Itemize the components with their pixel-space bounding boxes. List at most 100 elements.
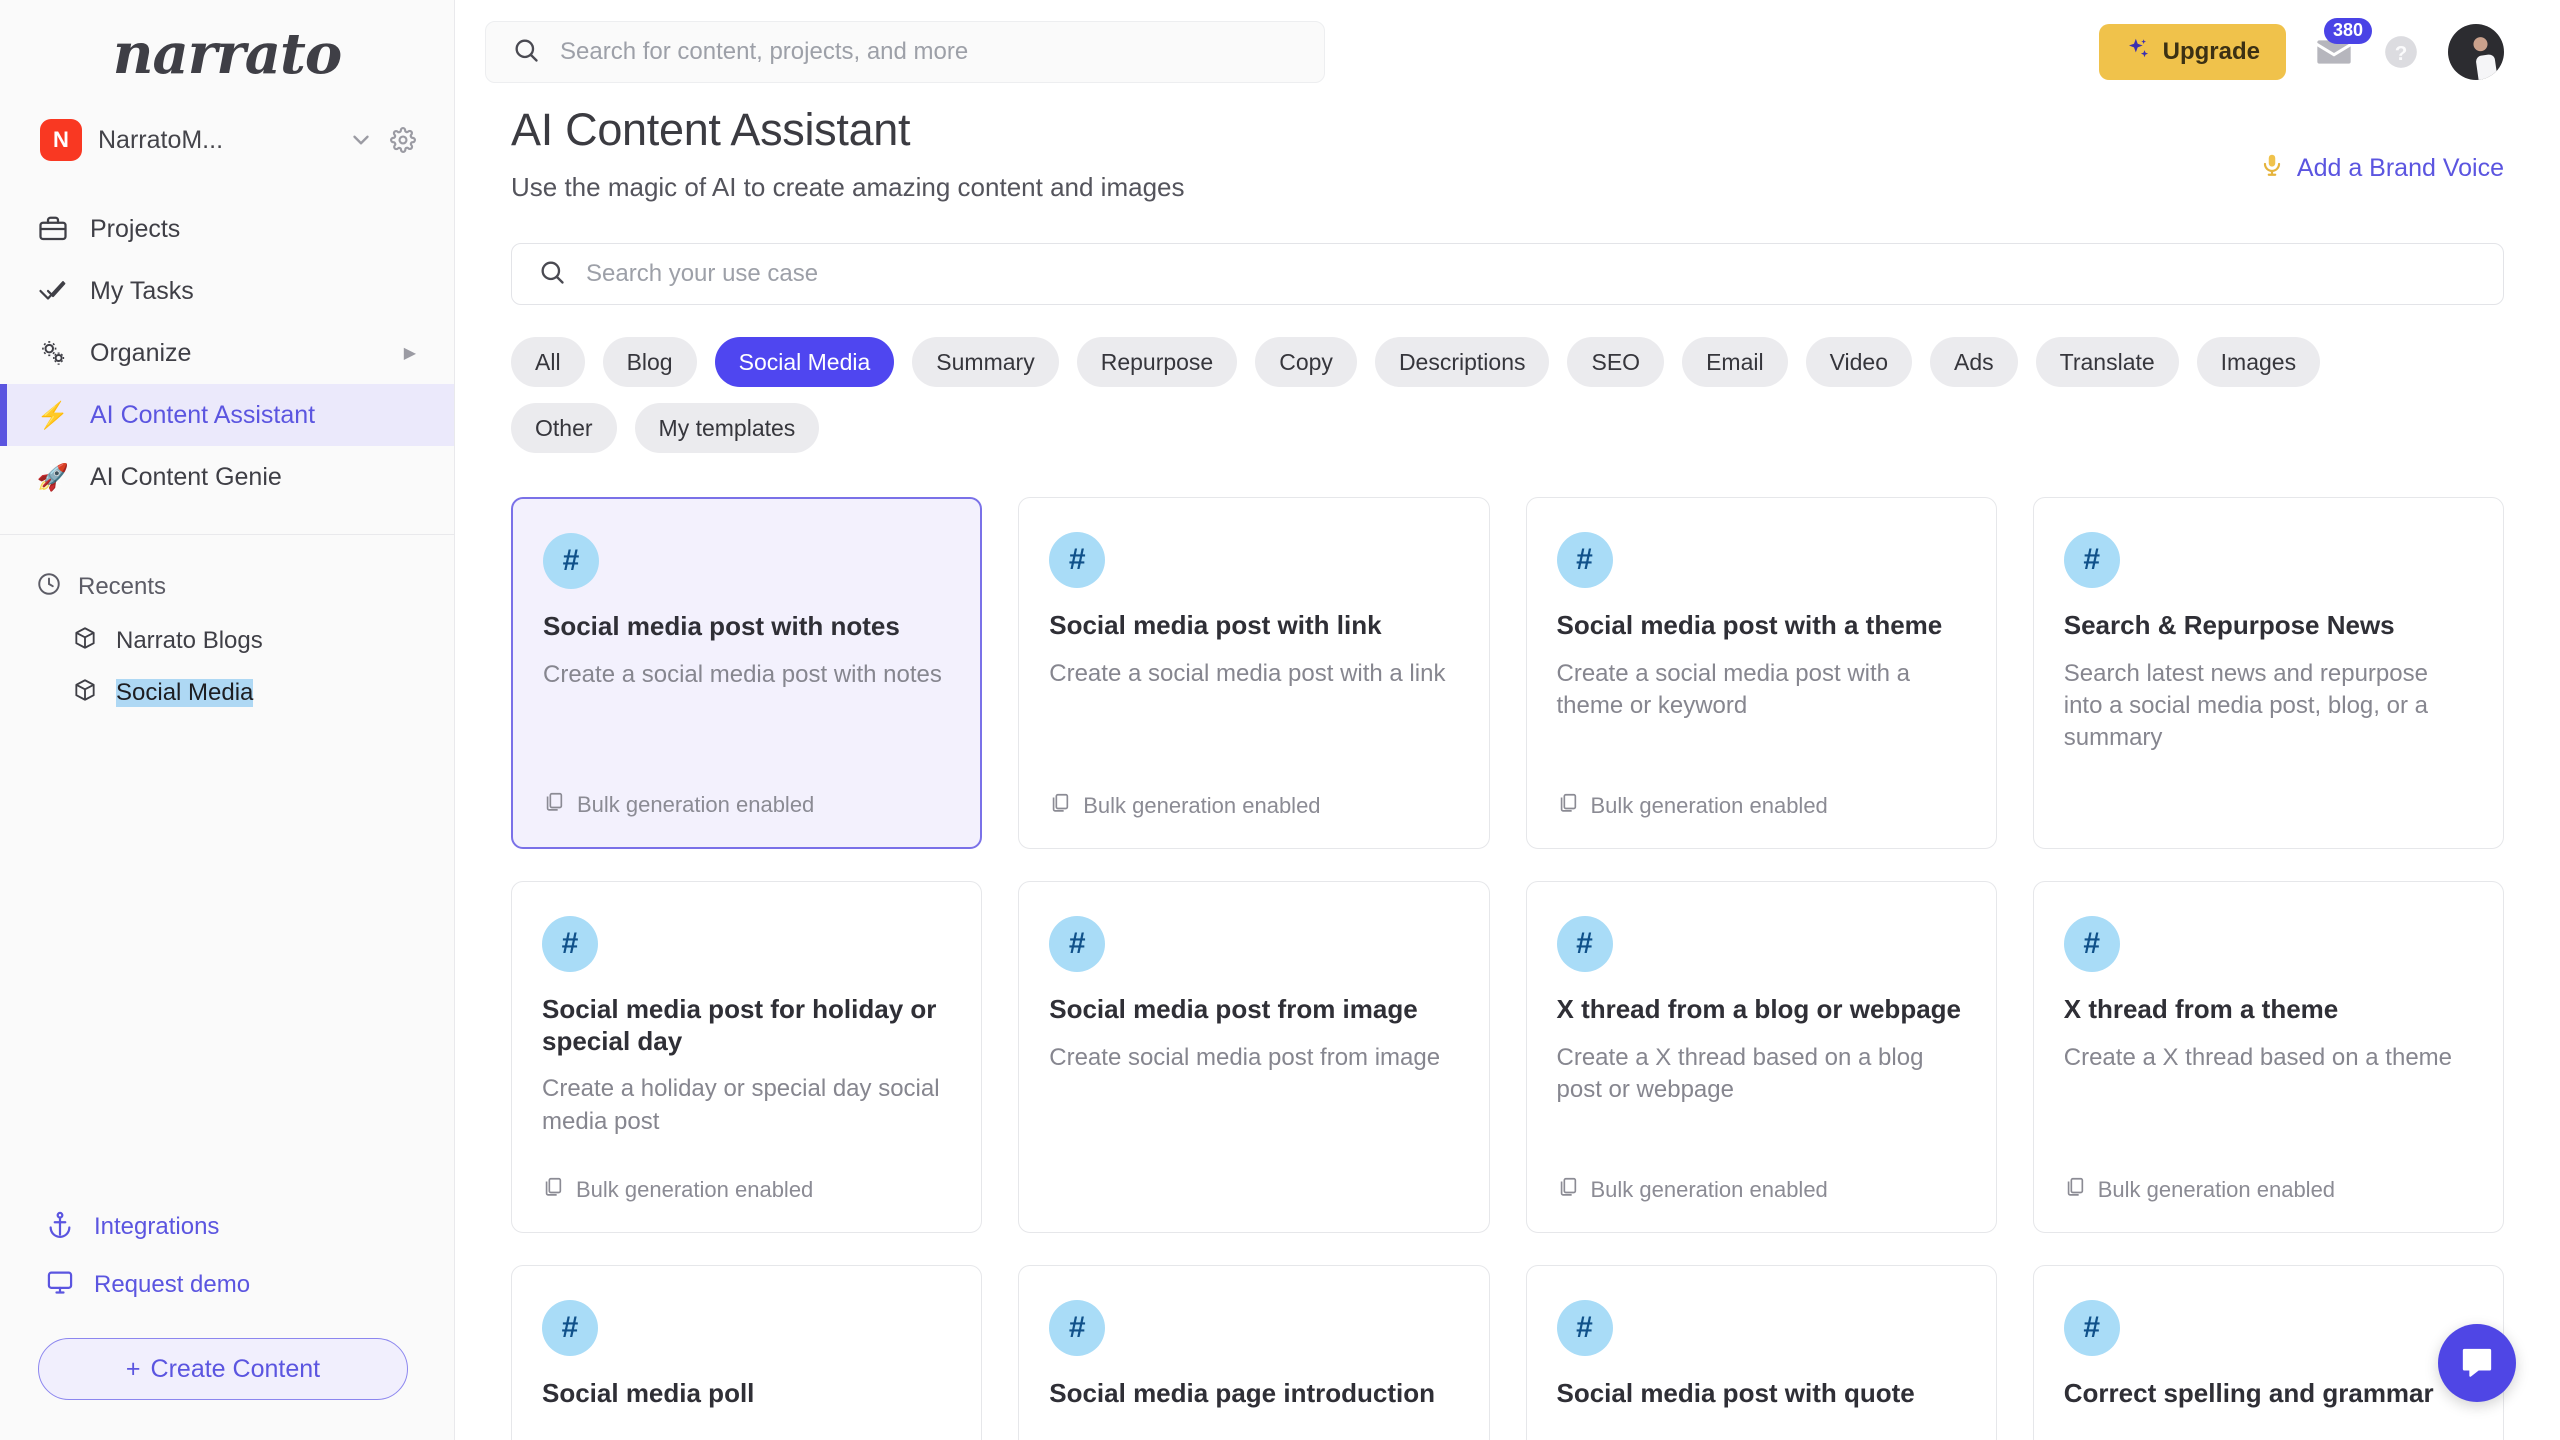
card-title: Social media post for holiday or special…	[542, 994, 937, 1056]
create-content-button[interactable]: + Create Content	[38, 1338, 408, 1400]
filter-chip-my-templates[interactable]: My templates	[634, 403, 820, 453]
filter-chips: All Blog Social Media Summary Repurpose …	[511, 337, 2411, 453]
hash-icon: #	[543, 533, 599, 589]
filter-chip-video[interactable]: Video	[1805, 337, 1912, 387]
workspace-avatar: N	[40, 119, 82, 161]
chevron-right-icon[interactable]: ▶	[404, 343, 416, 363]
sidebar-footer: Integrations Request demo + Create Conte…	[0, 1198, 454, 1440]
page-title: AI Content Assistant	[511, 104, 911, 155]
template-card[interactable]: # Social media post with a theme Create …	[1525, 497, 1997, 849]
filter-chip-all[interactable]: All	[511, 337, 585, 387]
sidebar: narrato N NarratoM... Projects My Tasks …	[0, 0, 455, 1440]
svg-text:?: ?	[2395, 42, 2408, 65]
briefcase-icon	[36, 214, 70, 244]
filter-chip-repurpose[interactable]: Repurpose	[1076, 337, 1238, 387]
template-card[interactable]: # Social media post with link Create a s…	[1018, 497, 1490, 849]
filter-chip-seo[interactable]: SEO	[1567, 337, 1665, 387]
bulk-generation-text: Bulk generation enabled	[577, 792, 815, 817]
mail-icon[interactable]: 380	[2314, 18, 2372, 72]
help-circle-icon[interactable]: ?	[2382, 33, 2420, 71]
filter-chip-copy[interactable]: Copy	[1255, 337, 1357, 387]
template-card-grid: # Social media post with notes Create a …	[511, 497, 2504, 1440]
template-card[interactable]: # Correct spelling and grammar	[2032, 1265, 2504, 1440]
template-card[interactable]: # Social media poll	[511, 1265, 983, 1440]
template-card[interactable]: # X thread from a blog or webpage Create…	[1525, 881, 1997, 1233]
app-root: narrato N NarratoM... Projects My Tasks …	[0, 0, 2560, 1440]
integrations-link[interactable]: Integrations	[0, 1198, 454, 1256]
bulk-generation-text: Bulk generation enabled	[1590, 1177, 1828, 1202]
card-description: Create a social media post with a link	[1049, 659, 1446, 687]
card-description: Create a social media post with notes	[543, 660, 942, 688]
sidebar-item-ai-content-genie[interactable]: 🚀 AI Content Genie	[0, 446, 454, 508]
request-demo-link[interactable]: Request demo	[0, 1256, 454, 1314]
workspace-switcher[interactable]: N NarratoM...	[0, 108, 454, 172]
filter-chip-social-media[interactable]: Social Media	[714, 337, 895, 387]
bulk-generation-label: Bulk generation enabled	[1049, 792, 1458, 820]
card-title: Social media post from image	[1049, 994, 1418, 1024]
search-icon	[512, 36, 540, 69]
hash-icon: #	[1049, 916, 1106, 972]
card-title: X thread from a theme	[2063, 994, 2339, 1024]
copy-icon	[542, 1176, 564, 1204]
clock-icon	[36, 571, 62, 604]
sidebar-item-ai-content-assistant[interactable]: ⚡ AI Content Assistant	[0, 384, 454, 446]
sidebar-item-organize[interactable]: Organize ▶	[0, 322, 454, 384]
filter-chip-blog[interactable]: Blog	[602, 337, 697, 387]
bulk-generation-label: Bulk generation enabled	[1557, 792, 1966, 820]
card-title: X thread from a blog or webpage	[1556, 994, 1962, 1024]
microphone-icon	[2259, 152, 2285, 185]
hash-icon: #	[542, 916, 598, 972]
template-card[interactable]: # Social media post for holiday or speci…	[511, 881, 983, 1233]
card-title: Social media post with quote	[1556, 1378, 1915, 1408]
sidebar-item-label: AI Content Assistant	[90, 400, 316, 429]
template-card[interactable]: # Social media post with quote	[1525, 1265, 1997, 1440]
recent-item-narrato-blogs[interactable]: Narrato Blogs	[0, 615, 454, 667]
card-title: Social media page introduction	[1049, 1378, 1435, 1408]
template-card[interactable]: # Social media page introduction	[1018, 1265, 1490, 1440]
workspace-name: NarratoM...	[98, 125, 224, 154]
card-title: Social media post with link	[1049, 610, 1382, 640]
lightning-bolt-icon: ⚡	[36, 400, 70, 430]
recents-section: Recents Narrato Blogs Social Media	[0, 535, 454, 719]
template-card[interactable]: # Social media post with notes Create a …	[511, 497, 983, 849]
brand-logo-text: narrato	[112, 21, 343, 87]
template-card[interactable]: # Search & Repurpose News Search latest …	[2032, 497, 2504, 849]
bulk-generation-text: Bulk generation enabled	[1083, 793, 1321, 818]
upgrade-button[interactable]: Upgrade	[2098, 24, 2286, 80]
template-card[interactable]: # Social media post from image Create so…	[1018, 881, 1490, 1233]
card-description: Create a X thread based on a theme	[2063, 1043, 2453, 1071]
recent-item-social-media[interactable]: Social Media	[0, 667, 454, 719]
bulk-generation-label: Bulk generation enabled	[542, 1176, 951, 1204]
avatar[interactable]	[2448, 24, 2504, 80]
global-search-input[interactable]: Search for content, projects, and more	[485, 21, 1325, 83]
chat-bubble-icon[interactable]	[2438, 1324, 2516, 1402]
rocket-icon: 🚀	[36, 462, 70, 492]
card-description: Create a social media post with a theme …	[1556, 659, 1911, 719]
sidebar-item-projects[interactable]: Projects	[0, 198, 454, 260]
hash-icon: #	[2063, 916, 2120, 972]
template-card[interactable]: # X thread from a theme Create a X threa…	[2032, 881, 2504, 1233]
sidebar-item-my-tasks[interactable]: My Tasks	[0, 260, 454, 322]
filter-chip-summary[interactable]: Summary	[912, 337, 1059, 387]
upgrade-label: Upgrade	[2162, 38, 2260, 65]
filter-chip-email[interactable]: Email	[1682, 337, 1788, 387]
gear-icon[interactable]	[390, 127, 416, 153]
topbar-actions: Upgrade 380 ?	[2098, 18, 2504, 80]
sidebar-item-label: AI Content Genie	[90, 462, 282, 491]
monitor-icon	[46, 1268, 74, 1303]
main-area: Search for content, projects, and more U…	[455, 0, 2560, 1440]
filter-chip-descriptions[interactable]: Descriptions	[1374, 337, 1550, 387]
card-title: Social media post with a theme	[1556, 610, 1943, 640]
brand-logo[interactable]: narrato	[0, 0, 454, 108]
filter-chip-images[interactable]: Images	[2196, 337, 2321, 387]
filter-chip-other[interactable]: Other	[511, 403, 617, 453]
filter-chip-ads[interactable]: Ads	[1930, 337, 2018, 387]
copy-icon	[2064, 1176, 2086, 1204]
sidebar-item-label: Organize	[90, 338, 192, 367]
add-brand-voice-button[interactable]: Add a Brand Voice	[2259, 152, 2504, 185]
usecase-search-input[interactable]: Search your use case	[511, 243, 2504, 305]
chevron-down-icon[interactable]	[348, 127, 374, 153]
filter-chip-translate[interactable]: Translate	[2035, 337, 2179, 387]
add-brand-voice-label: Add a Brand Voice	[2296, 154, 2504, 182]
copy-icon	[1049, 792, 1071, 820]
